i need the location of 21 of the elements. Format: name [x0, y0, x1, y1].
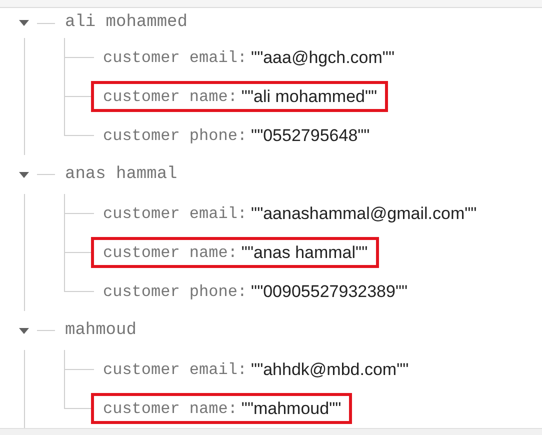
node-label[interactable]: ali mohammed	[65, 10, 188, 36]
field-value[interactable]: ""ahhdk@mbd.com""	[251, 356, 409, 382]
node-label[interactable]: mahmoud	[65, 318, 136, 344]
field-key: customer name:	[103, 84, 238, 108]
field-value[interactable]: ""00905527932389""	[251, 278, 408, 304]
field-key: customer email:	[103, 46, 248, 70]
field-key: customer name:	[103, 396, 238, 420]
field-value[interactable]: ""ali mohammed""	[241, 84, 378, 110]
field-key: customer email:	[103, 358, 248, 382]
field-value[interactable]: ""aanashammal@gmail.com""	[251, 200, 477, 226]
field-key: customer email:	[103, 202, 248, 226]
field-key: customer name:	[103, 240, 238, 264]
field-key: customer phone:	[103, 124, 248, 148]
tree-connector	[64, 38, 94, 77]
field-value[interactable]: ""anas hammal""	[241, 240, 368, 266]
field-value[interactable]: ""0552795648""	[251, 122, 370, 148]
node-label[interactable]: anas hammal	[65, 162, 178, 188]
tree-connector	[64, 194, 94, 233]
field-value[interactable]: ""mahmoud""	[241, 396, 342, 422]
field-value[interactable]: ""aaa@hgch.com""	[251, 44, 394, 70]
field-key: customer phone:	[103, 280, 248, 304]
